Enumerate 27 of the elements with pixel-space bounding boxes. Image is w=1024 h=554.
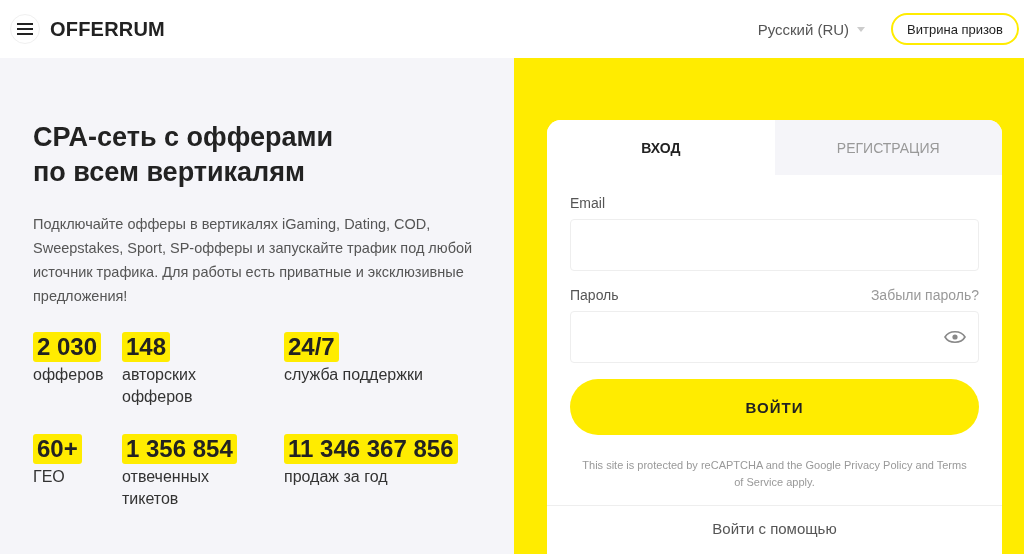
stat-label: авторских офферов [122,365,197,407]
prizes-button[interactable]: Витрина призов [891,13,1019,45]
stat-value: 148 [122,332,171,362]
field-label: Email [570,195,606,211]
login-button[interactable]: ВОЙТИ [570,379,979,435]
stat-label: отвеченных тикетов [122,467,210,509]
stat-value: 24/7 [284,332,339,362]
recaptcha-note: This site is protected by reCAPTCHA and the Google Privacy Policy and Terms of Service apply. [581,458,968,490]
hero-description: Подключайте офферы в вертикалях iGaming, Dating, COD, Sweepstakes, Sport, SP-офферы и запускайте трафик под любой источник трафика. Для работы есть приватные и эксклюзивные предложения! [33,215,474,306]
stat-label: офферов [33,365,104,385]
social-login-label: Войти с помощью [547,505,1002,537]
stat-value: 2 030 [33,332,102,362]
password-field[interactable] [570,311,979,363]
caret-icon [857,26,866,32]
language-selector[interactable]: Русский (RU) [751,19,872,39]
stat-value: 1 356 854 [122,434,237,464]
eye-icon[interactable] [944,330,966,344]
stat-label: продаж за год [284,467,388,487]
hero-title: CPA-сеть с офферами по всем вертикалям [33,121,334,189]
stat-value: 11 346 367 856 [284,434,458,464]
stat-value: 60+ [33,434,82,464]
field-label: Пароль [570,287,619,303]
stat-label: ГЕО [33,467,65,487]
logo[interactable]: OFFERRUM [50,17,165,41]
stat-label: служба поддержки [284,365,423,385]
menu-button[interactable] [10,14,40,44]
menu-icon [17,23,33,35]
